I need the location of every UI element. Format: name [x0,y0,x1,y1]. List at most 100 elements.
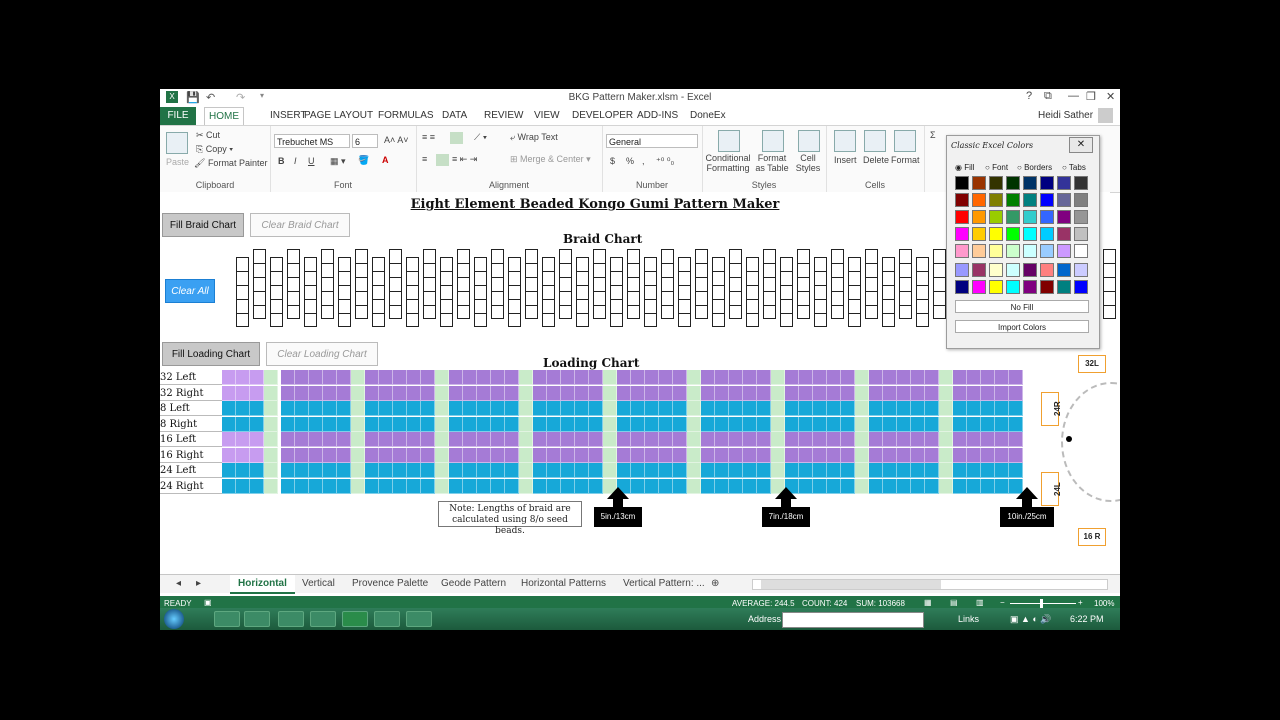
braid-cell[interactable] [764,306,775,320]
braid-cell[interactable] [237,286,248,300]
braid-column[interactable] [304,257,317,327]
loading-cell[interactable] [477,478,491,494]
loading-cell[interactable] [533,385,547,401]
percent-button[interactable]: % [626,156,634,166]
braid-cell[interactable] [934,292,945,306]
loading-cell[interactable] [463,463,477,478]
loading-cell[interactable] [222,416,236,432]
braid-column[interactable] [865,249,878,319]
loading-cell[interactable] [603,416,617,432]
braid-column[interactable] [848,257,861,327]
loading-cell[interactable] [1009,447,1023,463]
loading-cell[interactable] [295,432,309,447]
loading-cell[interactable] [449,370,463,385]
braid-cell[interactable] [713,286,724,300]
loading-cell[interactable] [323,478,337,494]
loading-cell[interactable] [250,432,264,447]
braid-cell[interactable] [543,300,554,314]
braid-cell[interactable] [373,258,384,272]
braid-cell[interactable] [458,306,469,320]
braid-cell[interactable] [288,278,299,292]
loading-cell[interactable] [561,370,575,385]
loading-cell[interactable] [925,478,939,494]
color-swatch[interactable] [1074,227,1088,241]
loading-cell[interactable] [967,416,981,432]
loading-cell[interactable] [925,463,939,478]
loading-cell[interactable] [1009,432,1023,447]
braid-column[interactable] [287,249,300,319]
avatar[interactable] [1098,108,1113,123]
loading-cell[interactable] [855,416,869,432]
braid-cell[interactable] [662,250,673,264]
loading-cell[interactable] [687,385,701,401]
loading-cell[interactable] [953,385,967,401]
loading-cell[interactable] [505,416,519,432]
loading-cell[interactable] [236,370,250,385]
braid-cell[interactable] [254,250,265,264]
braid-cell[interactable] [475,272,486,286]
color-swatch[interactable] [1023,263,1037,277]
loading-cell[interactable] [715,401,729,416]
loading-cell[interactable] [855,478,869,494]
braid-cell[interactable] [662,292,673,306]
braid-cell[interactable] [917,300,928,314]
scroll-left-icon[interactable]: ◂ [176,578,181,589]
loading-cell[interactable] [435,463,449,478]
color-swatch[interactable] [1057,193,1071,207]
insert-icon[interactable] [834,130,856,152]
loading-cell[interactable] [561,385,575,401]
loading-cell[interactable] [449,416,463,432]
braid-cell[interactable] [1104,278,1115,292]
loading-cell[interactable] [365,385,379,401]
braid-cell[interactable] [883,314,894,328]
color-swatch[interactable] [989,193,1003,207]
braid-cell[interactable] [866,250,877,264]
braid-cell[interactable] [526,292,537,306]
braid-cell[interactable] [883,258,894,272]
braid-column[interactable] [321,249,334,319]
loading-cell[interactable] [323,385,337,401]
loading-cell[interactable] [771,385,785,401]
loading-cell[interactable] [477,370,491,385]
loading-cell[interactable] [631,401,645,416]
loading-cell[interactable] [533,401,547,416]
loading-cell[interactable] [463,447,477,463]
tab-page-layout[interactable]: PAGE LAYOUT [304,110,373,121]
clear-braid-chart-button[interactable]: Clear Braid Chart [250,213,350,237]
loading-cell[interactable] [659,416,673,432]
loading-cell[interactable] [295,385,309,401]
braid-cell[interactable] [373,286,384,300]
braid-cell[interactable] [900,264,911,278]
braid-cell[interactable] [407,272,418,286]
loading-cell[interactable] [883,401,897,416]
color-swatch[interactable] [1074,280,1088,294]
loading-cell[interactable] [407,478,421,494]
braid-column[interactable] [763,249,776,319]
loading-cell[interactable] [323,401,337,416]
braid-cell[interactable] [390,306,401,320]
loading-cell[interactable] [477,447,491,463]
braid-cell[interactable] [356,250,367,264]
page-break-view-icon[interactable]: ▥ [976,598,984,607]
loading-cell[interactable] [953,370,967,385]
braid-cell[interactable] [543,272,554,286]
loading-cell[interactable] [547,385,561,401]
loading-cell[interactable] [813,478,827,494]
loading-cell[interactable] [771,447,785,463]
loading-cell[interactable] [449,432,463,447]
braid-cell[interactable] [1104,292,1115,306]
loading-cell[interactable] [757,447,771,463]
loading-cell[interactable] [659,401,673,416]
loading-cell[interactable] [533,463,547,478]
braid-cell[interactable] [339,314,350,328]
braid-column[interactable] [797,249,810,319]
radio-fill[interactable]: ◉ Fill [955,163,974,172]
loading-cell[interactable] [841,401,855,416]
braid-column[interactable] [508,257,521,327]
zoom-out-icon[interactable]: − [1000,598,1005,607]
loading-cell[interactable] [757,401,771,416]
braid-cell[interactable] [594,306,605,320]
loading-cell[interactable] [897,447,911,463]
braid-cell[interactable] [934,264,945,278]
loading-cell[interactable] [222,478,236,494]
